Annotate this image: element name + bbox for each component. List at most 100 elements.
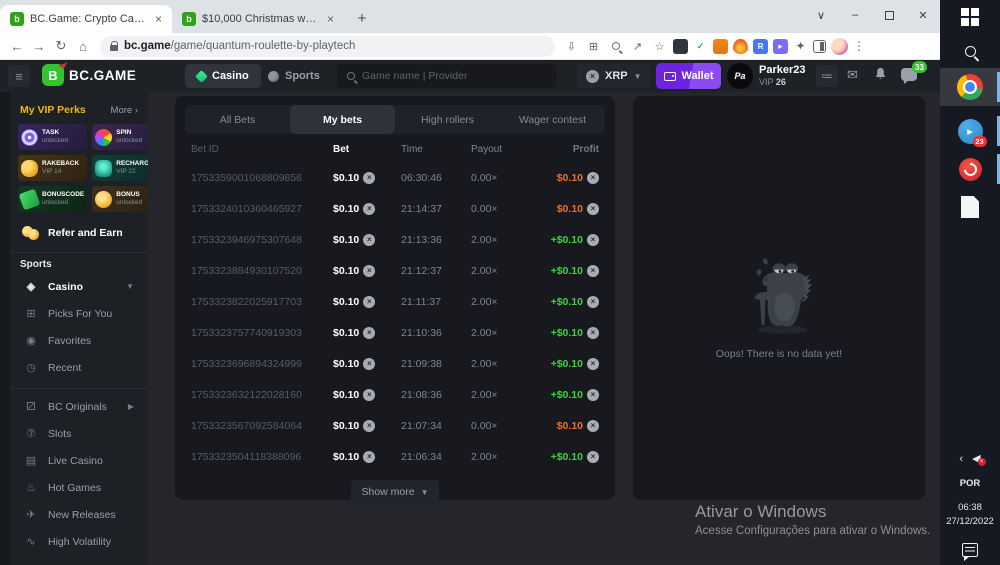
bet-amount: $0.10 ×	[319, 234, 401, 246]
bet-id[interactable]: 1753323757740919303	[191, 327, 319, 339]
minimize-button[interactable]: –	[838, 0, 872, 30]
bet-id[interactable]: 1753324010360465927	[191, 203, 319, 215]
browser-profile-avatar[interactable]	[831, 38, 848, 55]
metamask-icon[interactable]	[713, 39, 728, 54]
sidebar-item-high-volatility[interactable]: ∿High Volatility	[18, 528, 140, 555]
extension-cursor-icon[interactable]: ▸	[773, 39, 788, 54]
hamburger-menu-icon[interactable]: ≡	[8, 65, 30, 87]
refer-and-earn[interactable]: Refer and Earn	[18, 221, 140, 245]
vip-perk-rakeback[interactable]: RAKEBACKVIP 14	[18, 155, 87, 181]
bets-tab-high-rollers[interactable]: High rollers	[395, 105, 500, 134]
bet-id[interactable]: 1753359001068809856	[191, 172, 319, 184]
extension-flame-icon[interactable]	[733, 39, 748, 54]
new-tab-button[interactable]: +	[350, 6, 374, 30]
bet-id[interactable]: 1753323946975307648	[191, 234, 319, 246]
bet-id[interactable]: 1753323567092584064	[191, 420, 319, 432]
taskbar-notepad-button[interactable]	[940, 188, 1000, 226]
extension-dark-icon[interactable]	[673, 39, 688, 54]
browser-menu-icon[interactable]: ⋮	[853, 39, 865, 53]
address-bar[interactable]: bc.game/game/quantum-roulette-by-playtec…	[100, 36, 555, 57]
bet-id[interactable]: 1753323884930107520	[191, 265, 319, 277]
vip-perk-recharge[interactable]: RECHARGEVIP 22	[92, 155, 148, 181]
extensions-puzzle-icon[interactable]: ✦	[793, 39, 808, 54]
share-icon[interactable]: ↗	[629, 38, 646, 55]
hidden-icons-chevron[interactable]: ‹	[959, 453, 963, 465]
sidebar-item-hot-games[interactable]: ♨Hot Games	[18, 474, 140, 501]
bet-table-row[interactable]: 1753323504118388096 $0.10 × 21:06:34 2.0…	[175, 441, 615, 472]
bets-tab-wager-contest[interactable]: Wager contest	[500, 105, 605, 134]
start-button[interactable]	[940, 0, 1000, 34]
browser-window: b BC.Game: Crypto Casino Games × b $10,0…	[0, 0, 940, 565]
sidebar-sports-label[interactable]: Sports	[18, 259, 140, 270]
bookmark-star-icon[interactable]: ☆	[651, 38, 668, 55]
vip-perk-task[interactable]: TASKunlocked	[18, 124, 87, 150]
nav-casino-button[interactable]: Casino	[185, 64, 261, 88]
bet-table-row[interactable]: 1753323757740919303 $0.10 × 21:10:36 2.0…	[175, 317, 615, 348]
xrp-coin-icon: ×	[586, 70, 599, 83]
wallet-button[interactable]: Wallet	[656, 63, 721, 89]
reload-button[interactable]: ↻	[50, 38, 72, 54]
bet-id[interactable]: 1753323504118388096	[191, 451, 319, 463]
mail-icon[interactable]: ✉	[847, 67, 858, 83]
sidebar-item-casino[interactable]: ◈ Casino ▼	[18, 273, 140, 300]
restore-button[interactable]	[872, 0, 906, 30]
translate-icon[interactable]: ⊞	[585, 38, 602, 55]
sidebar-item-favorites[interactable]: ◉Favorites	[18, 327, 140, 354]
chevron-down-icon: ▼	[126, 282, 134, 291]
bets-tab-my-bets[interactable]: My bets	[290, 105, 395, 134]
bet-table-row[interactable]: 1753323696894324999 $0.10 × 21:09:38 2.0…	[175, 348, 615, 379]
bet-table-row[interactable]: 1753323946975307648 $0.10 × 21:13:36 2.0…	[175, 224, 615, 255]
sidebar-item-live-casino[interactable]: ▤Live Casino	[18, 447, 140, 474]
tab-close-icon[interactable]: ×	[325, 12, 336, 26]
sidebar-item-slots[interactable]: ⑦Slots	[18, 420, 140, 447]
show-more-button[interactable]: Show more▼	[351, 480, 439, 504]
extension-person-icon[interactable]: ✓	[693, 39, 708, 54]
bet-table-row[interactable]: 1753323632122028160 $0.10 × 21:08:36 2.0…	[175, 379, 615, 410]
language-indicator[interactable]: POR	[960, 478, 981, 489]
bet-list-icon[interactable]: ≔	[816, 65, 838, 87]
volume-muted-icon[interactable]: ◀×	[972, 452, 980, 465]
bet-table-row[interactable]: 1753323567092584064 $0.10 × 21:07:34 0.0…	[175, 410, 615, 441]
side-panel-icon[interactable]	[813, 40, 826, 53]
bets-tab-all-bets[interactable]: All Bets	[185, 105, 290, 134]
home-button[interactable]: ⌂	[72, 39, 94, 54]
bcgame-logo[interactable]: B BC.GAME	[42, 64, 136, 86]
taskbar-search-button[interactable]	[940, 34, 1000, 68]
notification-center-icon[interactable]	[962, 543, 978, 557]
browser-tab-1[interactable]: b BC.Game: Crypto Casino Games ×	[0, 5, 172, 33]
user-info[interactable]: Parker23 VIP 26	[759, 64, 806, 87]
close-button[interactable]: ✕	[906, 0, 940, 30]
vip-more-link[interactable]: More ›	[111, 105, 138, 116]
sidebar-item-bc-originals[interactable]: ⚂BC Originals▶	[18, 393, 140, 420]
taskbar-chrome-button[interactable]	[940, 68, 1000, 106]
nav-sports-button[interactable]: Sports	[268, 64, 320, 88]
bet-table-row[interactable]: 1753323822025917703 $0.10 × 21:11:37 2.0…	[175, 286, 615, 317]
save-page-icon[interactable]: ⇩	[563, 38, 580, 55]
bell-icon[interactable]	[874, 67, 887, 83]
extension-shield-icon[interactable]: R	[753, 39, 768, 54]
sidebar-item-new-releases[interactable]: ✈New Releases	[18, 501, 140, 528]
back-button[interactable]: ←	[6, 39, 28, 54]
taskbar-telegram-button[interactable]: ▸ 23	[940, 112, 1000, 150]
forward-button[interactable]: →	[28, 39, 50, 54]
sidebar-item-picks-for-you[interactable]: ⊞Picks For You	[18, 300, 140, 327]
currency-selector[interactable]: × XRP ▼	[577, 64, 651, 88]
browser-tab-2[interactable]: b $10,000 Christmas week special ×	[172, 5, 344, 33]
tab-close-icon[interactable]: ×	[153, 12, 164, 26]
vip-perk-spin[interactable]: SPINunlocked	[92, 124, 148, 150]
vip-perk-bonuscode[interactable]: BONUSCODEunlocked	[18, 186, 87, 212]
tab-search-icon[interactable]: ∨	[804, 0, 838, 30]
bet-id[interactable]: 1753323822025917703	[191, 296, 319, 308]
bet-table-row[interactable]: 1753359001068809856 $0.10 × 06:30:46 0.0…	[175, 162, 615, 193]
bet-id[interactable]: 1753323696894324999	[191, 358, 319, 370]
bet-id[interactable]: 1753323632122028160	[191, 389, 319, 401]
zoom-icon[interactable]	[607, 38, 624, 55]
taskbar-clock[interactable]: 06:38 27/12/2022	[946, 501, 994, 530]
user-avatar[interactable]: Pa	[727, 63, 753, 89]
bet-table-row[interactable]: 1753323884930107520 $0.10 × 21:12:37 2.0…	[175, 255, 615, 286]
sidebar-item-recent[interactable]: ◷Recent	[18, 354, 140, 381]
game-search-input[interactable]: Game name | Provider	[337, 64, 557, 88]
bet-table-row[interactable]: 1753324010360465927 $0.10 × 21:14:37 0.0…	[175, 193, 615, 224]
taskbar-redapp-button[interactable]	[940, 150, 1000, 188]
vip-perk-bonus[interactable]: BONUSunlocked	[92, 186, 148, 212]
